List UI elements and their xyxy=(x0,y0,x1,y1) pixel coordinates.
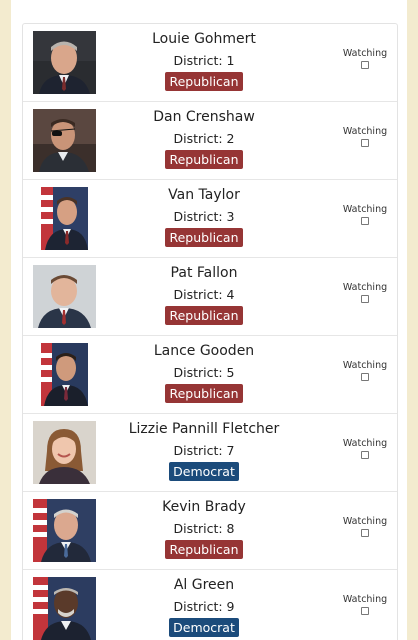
watching-label: Watching xyxy=(342,48,388,59)
representative-info: Louie Gohmert District: 1 Republican xyxy=(109,24,299,91)
party-badge: Democrat xyxy=(169,462,239,481)
representative-photo xyxy=(33,109,96,172)
district-label: District: 9 xyxy=(173,599,235,614)
party-badge: Republican xyxy=(165,150,243,169)
representative-photo xyxy=(33,265,96,328)
representative-card[interactable]: Dan Crenshaw District: 2 Republican Watc… xyxy=(23,102,397,180)
watching-label: Watching xyxy=(342,204,388,215)
representative-photo xyxy=(33,31,96,94)
watch-control: Watching xyxy=(336,438,394,459)
party-badge: Democrat xyxy=(169,618,239,637)
representative-info: Kevin Brady District: 8 Republican xyxy=(109,492,299,559)
party-badge: Republican xyxy=(165,540,243,559)
watch-control: Watching xyxy=(336,204,394,225)
party-badge: Republican xyxy=(165,384,243,403)
representative-info: Al Green District: 9 Democrat xyxy=(109,570,299,637)
representative-info: Lizzie Pannill Fletcher District: 7 Demo… xyxy=(109,414,299,481)
representative-name: Pat Fallon xyxy=(170,265,238,281)
representative-photo xyxy=(33,577,96,640)
representative-card[interactable]: Pat Fallon District: 4 Republican Watchi… xyxy=(23,258,397,336)
district-label: District: 8 xyxy=(173,521,235,536)
district-label: District: 1 xyxy=(173,53,235,68)
district-label: District: 4 xyxy=(173,287,235,302)
representative-card[interactable]: Louie Gohmert District: 1 Republican Wat… xyxy=(23,24,397,102)
district-label: District: 5 xyxy=(173,365,235,380)
representative-info: Lance Gooden District: 5 Republican xyxy=(109,336,299,403)
watching-checkbox[interactable] xyxy=(361,217,369,225)
representative-photo xyxy=(41,187,88,250)
representative-name: Al Green xyxy=(173,577,235,593)
party-badge: Republican xyxy=(165,228,243,247)
representative-card[interactable]: Kevin Brady District: 8 Republican Watch… xyxy=(23,492,397,570)
watching-checkbox[interactable] xyxy=(361,607,369,615)
representative-photo xyxy=(33,421,96,484)
page: Louie Gohmert District: 1 Republican Wat… xyxy=(0,0,418,640)
district-label: District: 3 xyxy=(173,209,235,224)
representative-name: Louie Gohmert xyxy=(152,31,256,47)
representative-info: Dan Crenshaw District: 2 Republican xyxy=(109,102,299,169)
representative-photo xyxy=(41,343,88,406)
watch-control: Watching xyxy=(336,594,394,615)
party-badge: Republican xyxy=(165,72,243,91)
watching-label: Watching xyxy=(342,126,388,137)
watch-control: Watching xyxy=(336,360,394,381)
watching-checkbox[interactable] xyxy=(361,451,369,459)
watching-checkbox[interactable] xyxy=(361,139,369,147)
watching-checkbox[interactable] xyxy=(361,61,369,69)
representative-photo xyxy=(33,499,96,562)
representatives-list: Louie Gohmert District: 1 Republican Wat… xyxy=(22,23,398,640)
watching-label: Watching xyxy=(342,516,388,527)
watching-label: Watching xyxy=(342,282,388,293)
representative-name: Dan Crenshaw xyxy=(153,109,255,125)
representative-info: Pat Fallon District: 4 Republican xyxy=(109,258,299,325)
district-label: District: 7 xyxy=(173,443,235,458)
watching-checkbox[interactable] xyxy=(361,373,369,381)
watch-control: Watching xyxy=(336,516,394,537)
representative-card[interactable]: Van Taylor District: 3 Republican Watchi… xyxy=(23,180,397,258)
watching-checkbox[interactable] xyxy=(361,529,369,537)
representative-info: Van Taylor District: 3 Republican xyxy=(109,180,299,247)
representative-card[interactable]: Al Green District: 9 Democrat Watching xyxy=(23,570,397,640)
representative-name: Lizzie Pannill Fletcher xyxy=(128,421,280,437)
watching-checkbox[interactable] xyxy=(361,295,369,303)
representative-name: Van Taylor xyxy=(168,187,240,203)
watch-control: Watching xyxy=(336,282,394,303)
watching-label: Watching xyxy=(342,594,388,605)
watching-label: Watching xyxy=(342,360,388,371)
watch-control: Watching xyxy=(336,126,394,147)
party-badge: Republican xyxy=(165,306,243,325)
watching-label: Watching xyxy=(342,438,388,449)
representative-card[interactable]: Lance Gooden District: 5 Republican Watc… xyxy=(23,336,397,414)
representative-name: Kevin Brady xyxy=(162,499,246,515)
content-panel: Louie Gohmert District: 1 Republican Wat… xyxy=(11,0,407,640)
district-label: District: 2 xyxy=(173,131,235,146)
representative-card[interactable]: Lizzie Pannill Fletcher District: 7 Demo… xyxy=(23,414,397,492)
representative-name: Lance Gooden xyxy=(153,343,255,359)
watch-control: Watching xyxy=(336,48,394,69)
